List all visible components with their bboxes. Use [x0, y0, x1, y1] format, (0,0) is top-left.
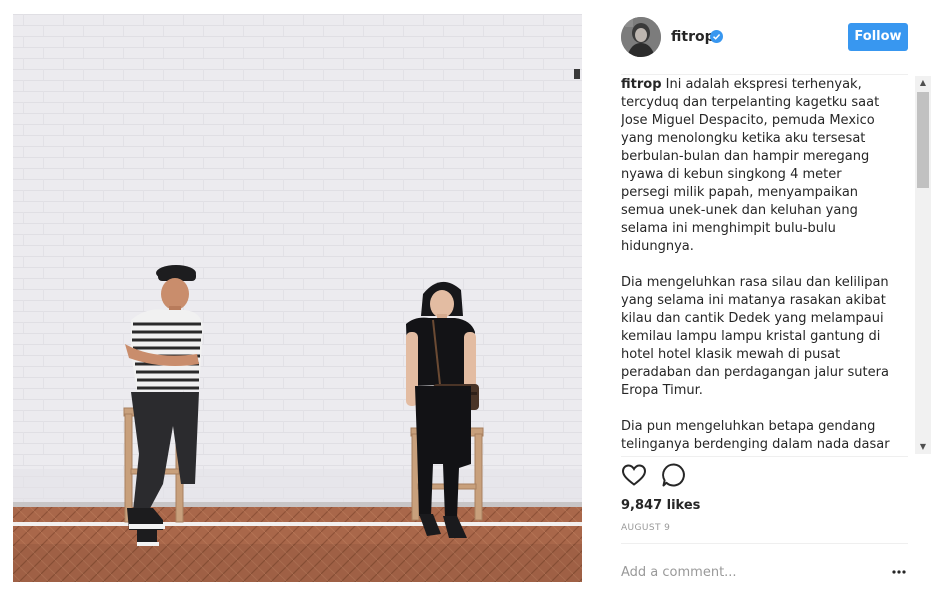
post-header: fitrop Follow [607, 14, 908, 60]
avatar[interactable] [621, 17, 661, 57]
heart-icon[interactable] [621, 462, 647, 488]
caption-username[interactable]: fitrop [621, 77, 662, 92]
scroll-up-arrow-icon[interactable]: ▲ [915, 76, 931, 90]
speech-bubble-icon[interactable] [661, 462, 687, 488]
like-count[interactable]: 9,847 likes [621, 498, 700, 513]
scroll-thumb[interactable] [917, 92, 929, 188]
scroll-down-arrow-icon[interactable]: ▼ [915, 440, 931, 454]
caption-body: Ini adalah ekspresi terhenyak, tercyduq … [621, 77, 890, 452]
post-photo[interactable] [13, 14, 582, 582]
post-date[interactable]: AUGUST 9 [621, 523, 670, 533]
comment-input[interactable] [621, 560, 871, 584]
username[interactable]: fitrop [671, 29, 715, 45]
caption-divider [621, 456, 908, 457]
post-actions [621, 462, 721, 490]
header-divider [621, 74, 908, 75]
caption-text: fitrop Ini adalah ekspresi terhenyak, te… [621, 76, 891, 454]
verified-badge-icon [710, 30, 723, 43]
caption-scrollbar[interactable]: ▲ ▼ [915, 76, 931, 454]
follow-button[interactable]: Follow [848, 23, 908, 51]
comment-divider [621, 543, 908, 544]
caption-scroll-area[interactable]: fitrop Ini adalah ekspresi terhenyak, te… [621, 76, 932, 454]
ellipsis-icon[interactable] [891, 566, 907, 578]
post-details-panel: fitrop Follow fitrop Ini adalah ekspresi… [607, 0, 931, 594]
